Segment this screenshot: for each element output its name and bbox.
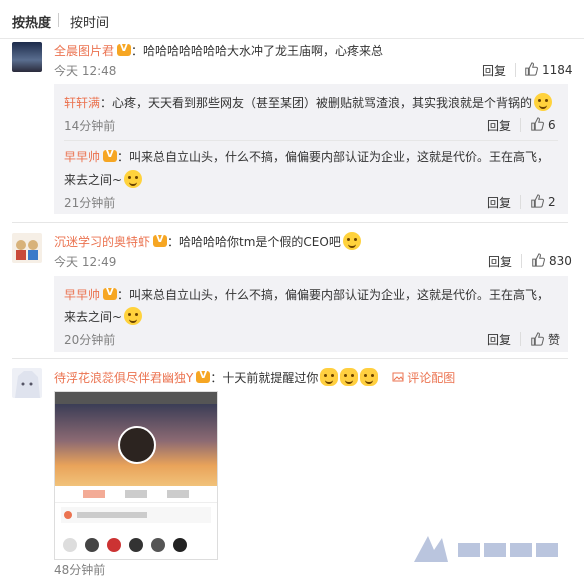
cat-emoji-icon xyxy=(360,368,379,386)
circle-icon xyxy=(129,538,143,552)
anime-avatar-icon xyxy=(15,371,40,398)
profile-avatar xyxy=(118,426,156,464)
dot-icon xyxy=(64,511,72,519)
profile-cover xyxy=(55,404,217,486)
cat-emoji-icon xyxy=(320,368,339,386)
sort-tabs: 按热度 按时间 xyxy=(0,0,584,39)
avatar[interactable] xyxy=(12,233,42,263)
tab xyxy=(125,490,147,498)
circle-icon xyxy=(151,538,165,552)
timestamp: 今天 12:49 xyxy=(54,255,117,269)
reply-button[interactable]: 回复 xyxy=(487,331,511,348)
tab-time[interactable]: 按时间 xyxy=(70,12,109,31)
reply-body: 早早帅 ：叫来总自立山头，什么不搞，偏偏要内部认证为企业，这就是代价。王在高飞， xyxy=(64,286,549,303)
thumbs-up-icon xyxy=(532,253,545,267)
comment-body: 全晨图片君 ：哈哈哈哈哈哈哈大水冲了龙王庙啊，心疼来总 xyxy=(54,42,383,59)
timestamp: 14分钟前 xyxy=(64,119,116,133)
picture-comment-link[interactable]: 评论配图 xyxy=(392,371,455,385)
comment-text: ：哈哈哈哈哈哈哈大水冲了龙王庙啊，心疼来总 xyxy=(131,44,384,58)
phone-statusbar xyxy=(55,392,217,404)
circle-icon xyxy=(85,538,99,552)
thumbs-up-icon xyxy=(531,332,544,346)
like-button[interactable]: 6 xyxy=(530,117,556,132)
smile-emoji-icon xyxy=(124,307,143,325)
picture-comment-label: 评论配图 xyxy=(407,371,456,385)
avatar[interactable] xyxy=(12,42,42,72)
like-count: 6 xyxy=(548,118,556,132)
reply-button[interactable]: 回复 xyxy=(482,62,506,79)
like-count: 赞 xyxy=(548,333,561,347)
vip-icon xyxy=(103,287,118,300)
comment-body: 待浮花浪蕊俱尽伴君幽独Y ：十天前就提醒过你 评论配图 xyxy=(54,368,455,386)
username[interactable]: 沉迷学习的奥特虾 xyxy=(54,235,150,249)
reply-text: ：叫来总自立山头，什么不搞，偏偏要内部认证为企业，这就是代价。王在高飞， xyxy=(117,150,550,164)
laugh-emoji-icon xyxy=(342,232,361,250)
site-watermark-logo xyxy=(414,536,564,562)
reply-button[interactable]: 回复 xyxy=(487,194,511,211)
reply-text: 来去之间~ xyxy=(64,173,123,187)
comment-text: ：哈哈哈哈你tm是个假的CEO吧 xyxy=(167,235,341,249)
cartoon-avatar-icon xyxy=(16,240,38,260)
comment-body: 沉迷学习的奥特虾 ：哈哈哈哈你tm是个假的CEO吧 xyxy=(54,232,361,250)
timestamp: 20分钟前 xyxy=(64,333,116,347)
enterprise-row xyxy=(61,507,211,523)
divider xyxy=(58,13,59,27)
cat-emoji-icon xyxy=(340,368,359,386)
like-button[interactable]: 2 xyxy=(530,194,556,209)
divider xyxy=(64,140,558,141)
reply-button[interactable]: 回复 xyxy=(488,253,512,270)
vip-icon xyxy=(117,43,132,56)
reply-body-cont: 来去之间~ xyxy=(64,307,143,325)
like-button[interactable]: 1184 xyxy=(524,62,573,77)
laugh-cry-emoji-icon xyxy=(534,93,553,111)
like-button[interactable]: 赞 xyxy=(530,331,560,348)
reply-button[interactable]: 回复 xyxy=(487,117,511,134)
timestamp: 21分钟前 xyxy=(64,196,116,210)
reply-text: ：心疼，天天看到那些网友（甚至某团）被删贴就骂渣浪，其实我浪就是个背锅的 xyxy=(100,96,533,110)
vip-icon xyxy=(153,234,168,247)
like-count: 2 xyxy=(548,195,556,209)
comment-text: ：十天前就提醒过你 xyxy=(210,371,319,385)
username[interactable]: 全晨图片君 xyxy=(54,44,114,58)
image-icon xyxy=(392,372,404,382)
username[interactable]: 早早帅 xyxy=(64,150,100,164)
text-placeholder xyxy=(77,512,147,518)
circle-icon xyxy=(173,538,187,552)
vip-icon xyxy=(196,370,211,383)
username[interactable]: 轩轩满 xyxy=(64,96,100,110)
reply-body: 轩轩满：心疼，天天看到那些网友（甚至某团）被删贴就骂渣浪，其实我浪就是个背锅的 xyxy=(64,93,553,111)
vip-icon xyxy=(103,149,118,162)
timestamp: 48分钟前 xyxy=(54,563,106,577)
avatar[interactable] xyxy=(12,368,42,398)
divider xyxy=(520,118,521,132)
tab xyxy=(167,490,189,498)
circle-icon xyxy=(107,538,121,552)
attached-image[interactable] xyxy=(54,391,218,560)
reply-body-cont: 来去之间~ xyxy=(64,170,143,188)
reply-text: 来去之间~ xyxy=(64,310,123,324)
tab-hot[interactable]: 按热度 xyxy=(12,12,51,31)
like-count: 1184 xyxy=(542,63,573,77)
like-button[interactable]: 830 xyxy=(531,253,572,268)
thumbs-up-icon xyxy=(531,117,544,131)
divider xyxy=(12,222,568,223)
reply-text: ：叫来总自立山头，什么不搞，偏偏要内部认证为企业，这就是代价。王在高飞， xyxy=(117,288,550,302)
divider xyxy=(520,332,521,346)
circle-icon xyxy=(63,538,77,552)
icon-row xyxy=(63,538,187,552)
thumbs-up-icon xyxy=(531,194,544,208)
username[interactable]: 早早帅 xyxy=(64,288,100,302)
reply-body: 早早帅 ：叫来总自立山头，什么不搞，偏偏要内部认证为企业，这就是代价。王在高飞， xyxy=(64,148,549,165)
thumbs-up-icon xyxy=(525,62,538,76)
divider xyxy=(520,195,521,209)
tab-indicator xyxy=(83,490,105,498)
profile-tabs xyxy=(55,486,217,503)
username[interactable]: 待浮花浪蕊俱尽伴君幽独Y xyxy=(54,371,193,385)
timestamp: 今天 12:48 xyxy=(54,64,117,78)
divider xyxy=(12,358,568,359)
smile-emoji-icon xyxy=(124,170,143,188)
divider xyxy=(515,63,516,77)
divider xyxy=(521,254,522,268)
like-count: 830 xyxy=(549,254,572,268)
